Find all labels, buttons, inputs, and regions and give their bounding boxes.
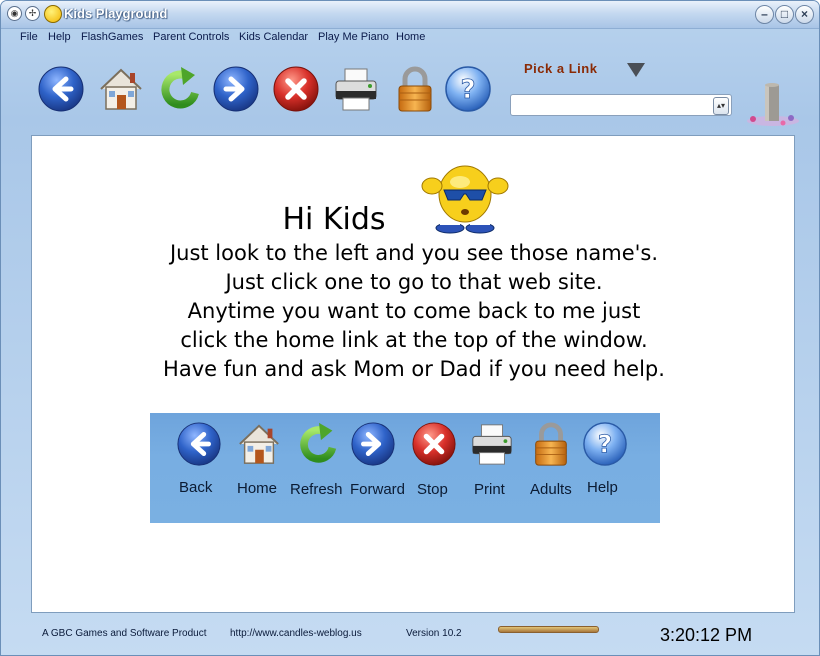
- forward-icon[interactable]: [212, 65, 260, 113]
- menu-home[interactable]: Home: [396, 31, 425, 43]
- back-icon[interactable]: [37, 65, 85, 113]
- guide-lock-icon: [528, 421, 574, 467]
- guide-forward-label: Forward: [350, 481, 406, 498]
- guide-home-icon: [236, 421, 282, 467]
- pick-link-select[interactable]: ▴▾: [510, 94, 732, 116]
- print-icon[interactable]: [332, 65, 380, 113]
- lock-icon[interactable]: [391, 65, 439, 113]
- menu-flashgames[interactable]: FlashGames: [81, 31, 143, 43]
- progress-bar: [498, 626, 599, 633]
- guide-help-label: Help: [587, 479, 618, 496]
- button-guide-panel: Back Home Refresh Forward Stop Print Adu…: [150, 413, 660, 523]
- refresh-icon[interactable]: [157, 65, 205, 113]
- app-logo-icon: [44, 5, 62, 23]
- instruction-line-3: Anytime you want to come back to me just: [187, 299, 641, 323]
- content-pane: Hi Kids Just look to the left and you se…: [31, 135, 795, 613]
- pin-icon[interactable]: ✢: [25, 6, 40, 21]
- instruction-line-4: click the home link at the top of the wi…: [180, 328, 648, 352]
- menu-file[interactable]: File: [20, 31, 38, 43]
- help-icon[interactable]: [444, 65, 492, 113]
- instruction-line-5: Have fun and ask Mom or Dad if you need …: [163, 357, 665, 381]
- guide-print-icon: [469, 421, 515, 467]
- menu-help[interactable]: Help: [48, 31, 71, 43]
- updown-icon[interactable]: ▴▾: [713, 97, 729, 115]
- guide-help-icon: [582, 421, 628, 467]
- close-button[interactable]: ×: [795, 5, 814, 24]
- instruction-line-2: Just click one to go to that web site.: [225, 270, 603, 294]
- menu-parent-controls[interactable]: Parent Controls: [153, 31, 229, 43]
- home-icon[interactable]: [97, 65, 145, 113]
- guide-back-label: Back: [179, 479, 213, 496]
- instruction-line-1: Just look to the left and you see those …: [169, 241, 659, 265]
- menu-play-me-piano[interactable]: Play Me Piano: [318, 31, 389, 43]
- app-window: ◉ ✢ Kids Playground – □ × File Help Flas…: [0, 0, 820, 656]
- guide-print-label: Print: [474, 481, 505, 498]
- window-title: Kids Playground: [64, 6, 168, 21]
- website-link[interactable]: http://www.candles-weblog.us: [230, 628, 362, 639]
- triangle-down-icon[interactable]: [627, 63, 645, 77]
- stop-icon[interactable]: [272, 65, 320, 113]
- version-text: Version 10.2: [406, 628, 462, 639]
- minimize-button[interactable]: –: [755, 5, 774, 24]
- guide-refresh-icon: [296, 421, 342, 467]
- title-bar: ◉ ✢ Kids Playground – □ ×: [1, 1, 819, 29]
- guide-stop-icon: [411, 421, 457, 467]
- guide-refresh-label: Refresh: [290, 481, 343, 498]
- maximize-button[interactable]: □: [775, 5, 794, 24]
- pick-a-link-label: Pick a Link: [524, 61, 598, 76]
- candle-icon: [747, 83, 799, 126]
- system-menu-icon[interactable]: ◉: [7, 6, 22, 21]
- guide-forward-icon: [350, 421, 396, 467]
- greeting-heading: Hi Kids: [282, 202, 386, 237]
- menu-kids-calendar[interactable]: Kids Calendar: [239, 31, 308, 43]
- clock-time: 3:20:12 PM: [660, 625, 753, 645]
- guide-adults-label: Adults: [530, 481, 572, 498]
- guide-home-label: Home: [237, 480, 278, 497]
- guide-stop-label: Stop: [417, 481, 448, 498]
- product-text: A GBC Games and Software Product: [42, 628, 207, 639]
- guide-back-icon: [176, 421, 222, 467]
